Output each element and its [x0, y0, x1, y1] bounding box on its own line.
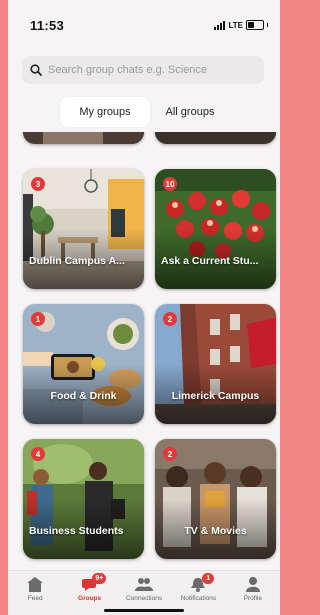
status-bar: 11:53 LTE	[8, 0, 280, 44]
group-title: Business Students	[29, 525, 124, 537]
battery-tip	[267, 23, 268, 27]
tab-label: Profile	[243, 595, 263, 602]
home-indicator	[104, 609, 184, 612]
tab-label: Connections	[125, 595, 163, 602]
group-card-limerick-campus[interactable]: 2 Limerick Campus	[155, 304, 276, 424]
group-title: Ask a Current Stu...	[161, 255, 259, 267]
group-image	[155, 132, 276, 144]
network-label: LTE	[228, 20, 243, 30]
tab-label: Groups	[78, 595, 102, 602]
tab-label: Feed	[27, 595, 43, 602]
battery-icon	[246, 20, 264, 30]
search-bar[interactable]	[22, 56, 264, 84]
group-title: Dublin Campus A...	[29, 255, 125, 267]
unread-badge: 3	[31, 177, 45, 191]
group-title: Food & Drink	[50, 390, 117, 402]
group-card-dublin-campus[interactable]: 3 Dublin Campus A...	[23, 169, 144, 289]
group-card-business-students[interactable]: 4 Business Students	[23, 439, 144, 559]
group-card-partial-right[interactable]	[155, 132, 276, 144]
notifications-unread-badge: 1	[202, 573, 215, 584]
group-title: Limerick Campus	[171, 390, 260, 402]
group-card-partial-left[interactable]	[23, 132, 144, 144]
groups-segmented-control: My groups All groups	[60, 97, 230, 127]
group-title: TV & Movies	[184, 525, 247, 537]
status-time: 11:53	[30, 18, 65, 33]
unread-badge: 1	[31, 312, 45, 326]
unread-badge: 2	[163, 447, 177, 461]
unread-badge: 10	[163, 177, 177, 191]
groups-unread-badge: 9+	[92, 573, 107, 584]
home-icon	[27, 577, 44, 592]
status-indicators: LTE	[214, 20, 268, 30]
tab-my-groups[interactable]: My groups	[60, 97, 150, 127]
tab-profile[interactable]: Profile	[226, 571, 280, 615]
connections-icon	[135, 578, 154, 591]
group-image	[23, 132, 144, 144]
tab-label: Notifications	[180, 595, 217, 602]
phone-screen: 11:53 LTE My groups All groups	[8, 0, 280, 615]
search-icon	[30, 64, 42, 76]
profile-icon	[245, 577, 260, 592]
unread-badge: 4	[31, 447, 45, 461]
unread-badge: 2	[163, 312, 177, 326]
tab-feed[interactable]: Feed	[8, 571, 62, 615]
search-input[interactable]	[48, 64, 264, 76]
group-card-ask-current-students[interactable]: 10 Ask a Current Stu...	[155, 169, 276, 289]
tab-all-groups[interactable]: All groups	[150, 97, 230, 127]
groups-grid: 3 Dublin Campus A... 10 Ask a Current St…	[8, 132, 280, 570]
group-card-tv-movies[interactable]: 2 TV & Movies	[155, 439, 276, 559]
group-card-food-drink[interactable]: 1 Food & Drink	[23, 304, 144, 424]
signal-icon	[214, 20, 226, 30]
